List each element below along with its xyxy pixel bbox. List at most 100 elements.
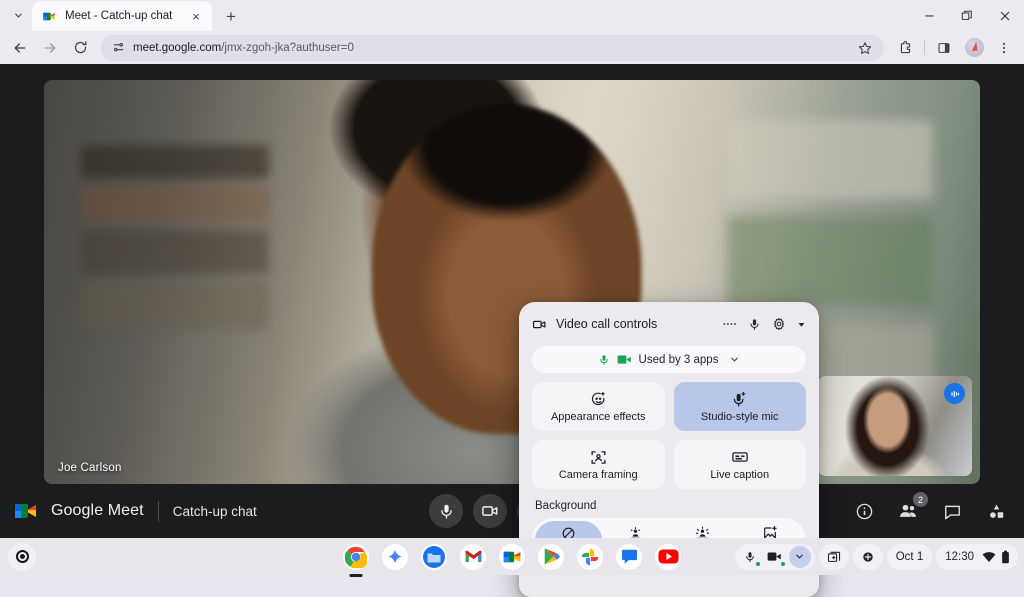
tray-date-group[interactable]: Oct 1 — [887, 544, 932, 570]
shelf-app-icons — [343, 544, 681, 570]
tray-clock-label: 12:30 — [940, 551, 979, 563]
dialog-header: Video call controls — [532, 313, 806, 335]
tab-search-chevron-icon[interactable] — [4, 1, 32, 29]
bookmark-star-icon[interactable] — [854, 37, 876, 59]
tray-media-group — [735, 544, 815, 570]
mic-button[interactable] — [429, 494, 463, 528]
forward-button[interactable] — [36, 34, 64, 62]
usage-pill-label: Used by 3 apps — [639, 354, 719, 366]
url-path: /jmx-zgoh-jka?authuser=0 — [221, 42, 354, 54]
toolbar-divider — [924, 40, 925, 55]
tray-date-label: Oct 1 — [891, 551, 928, 563]
background-section-label: Background — [535, 500, 806, 512]
meet-page: Joe Carlson u — [0, 64, 1024, 538]
url-text: meet.google.com/jmx-zgoh-jka?authuser=0 — [133, 42, 846, 54]
tray-camera-in-use-icon[interactable] — [764, 546, 786, 568]
four-dots-icon[interactable] — [723, 321, 737, 327]
meeting-subject: Catch-up chat — [173, 504, 257, 519]
shelf-item-youtube[interactable] — [655, 544, 681, 570]
tray-expand-chevron-icon[interactable] — [789, 546, 811, 568]
feature-cards: Appearance effects Studio-style mic — [532, 382, 806, 489]
tray-status-group[interactable]: 12:30 — [936, 544, 1018, 570]
shelf-item-chrome[interactable] — [343, 544, 369, 570]
video-stage: Joe Carlson u — [44, 80, 980, 484]
mic-green-icon — [598, 353, 610, 367]
dialog-header-actions — [723, 317, 806, 332]
extensions-button[interactable] — [891, 34, 919, 62]
launcher-button[interactable] — [8, 543, 36, 571]
participant-thumbnail[interactable] — [818, 376, 972, 476]
framing-icon — [590, 449, 607, 466]
chrome-browser-window: Meet - Catch-up chat × + — [0, 0, 1024, 538]
side-panel-button[interactable] — [930, 34, 958, 62]
tray-status-icons — [982, 550, 1014, 564]
people-icon[interactable]: 2 — [896, 499, 920, 523]
card-label: Appearance effects — [551, 411, 646, 423]
caret-down-icon[interactable] — [797, 320, 806, 329]
speaker-name-label: Joe Carlson — [58, 462, 122, 474]
window-controls — [910, 0, 1024, 31]
card-label: Live caption — [710, 469, 769, 481]
tray-mic-in-use-icon[interactable] — [739, 546, 761, 568]
chat-bubble-icon[interactable] — [940, 499, 964, 523]
profile-avatar[interactable] — [960, 34, 988, 62]
brand-label: Google Meet — [51, 502, 144, 520]
browser-tab[interactable]: Meet - Catch-up chat × — [32, 1, 212, 31]
caption-icon — [731, 448, 749, 466]
dialog-title: Video call controls — [556, 317, 723, 331]
mic-plus-icon — [731, 391, 748, 408]
shelf-item-gmail[interactable] — [460, 544, 486, 570]
window-minimize-button[interactable] — [910, 0, 948, 31]
reload-button[interactable] — [66, 34, 94, 62]
shelf-item-google-photos[interactable] — [577, 544, 603, 570]
chevron-down-icon[interactable] — [729, 354, 740, 365]
screen-capture-icon[interactable] — [823, 546, 845, 568]
window-maximize-button[interactable] — [948, 0, 986, 31]
battery-icon[interactable] — [1001, 550, 1010, 564]
gear-icon[interactable] — [772, 317, 786, 331]
card-label: Studio-style mic — [701, 411, 779, 423]
shelf-item-play-store[interactable] — [538, 544, 564, 570]
audio-active-icon — [944, 383, 965, 404]
address-bar[interactable]: meet.google.com/jmx-zgoh-jka?authuser=0 — [101, 35, 884, 61]
appearance-effects-card[interactable]: Appearance effects — [532, 382, 665, 431]
meet-bottom-bar: Google Meet Catch-up chat — [0, 484, 1024, 538]
browser-toolbar: meet.google.com/jmx-zgoh-jka?authuser=0 — [0, 31, 1024, 64]
shelf-item-google-chat[interactable] — [616, 544, 642, 570]
three-dot-menu-icon[interactable] — [990, 34, 1018, 62]
meeting-details-icon[interactable] — [852, 499, 876, 523]
card-label: Camera framing — [559, 469, 638, 481]
tab-title: Meet - Catch-up chat — [65, 10, 180, 22]
usage-pill[interactable]: Used by 3 apps — [532, 346, 806, 373]
people-count-badge: 2 — [913, 492, 928, 507]
meet-branding: Google Meet Catch-up chat — [0, 500, 257, 522]
site-settings-icon[interactable] — [112, 41, 125, 54]
system-tray: Oct 1 12:30 — [735, 544, 1018, 570]
mic-active-dot — [755, 561, 761, 567]
window-close-button[interactable] — [986, 0, 1024, 31]
tab-strip: Meet - Catch-up chat × + — [0, 0, 1024, 31]
shelf-item-google-meet[interactable] — [499, 544, 525, 570]
tab-close-icon[interactable]: × — [188, 8, 204, 24]
google-meet-logo-icon — [14, 500, 40, 522]
wifi-icon[interactable] — [982, 551, 996, 563]
shelf-item-files[interactable] — [421, 544, 447, 570]
brand-divider — [158, 501, 159, 522]
studio-style-mic-card[interactable]: Studio-style mic — [674, 382, 807, 431]
camera-button[interactable] — [473, 494, 507, 528]
camera-active-dot — [780, 561, 786, 567]
quick-action-icon[interactable] — [857, 546, 879, 568]
camera-green-icon — [617, 354, 632, 365]
live-caption-card[interactable]: Live caption — [674, 440, 807, 489]
new-tab-button[interactable]: + — [218, 3, 244, 29]
sparkle-face-icon — [590, 391, 607, 408]
chromeos-shelf: Oct 1 12:30 — [0, 538, 1024, 575]
mic-icon[interactable] — [748, 317, 761, 332]
meet-right-controls: 2 — [852, 499, 1008, 523]
activities-icon[interactable] — [984, 499, 1008, 523]
url-host: meet.google.com — [133, 42, 221, 54]
camera-framing-card[interactable]: Camera framing — [532, 440, 665, 489]
shelf-item-gemini[interactable] — [382, 544, 408, 570]
back-button[interactable] — [6, 34, 34, 62]
tray-capture-group — [819, 544, 849, 570]
